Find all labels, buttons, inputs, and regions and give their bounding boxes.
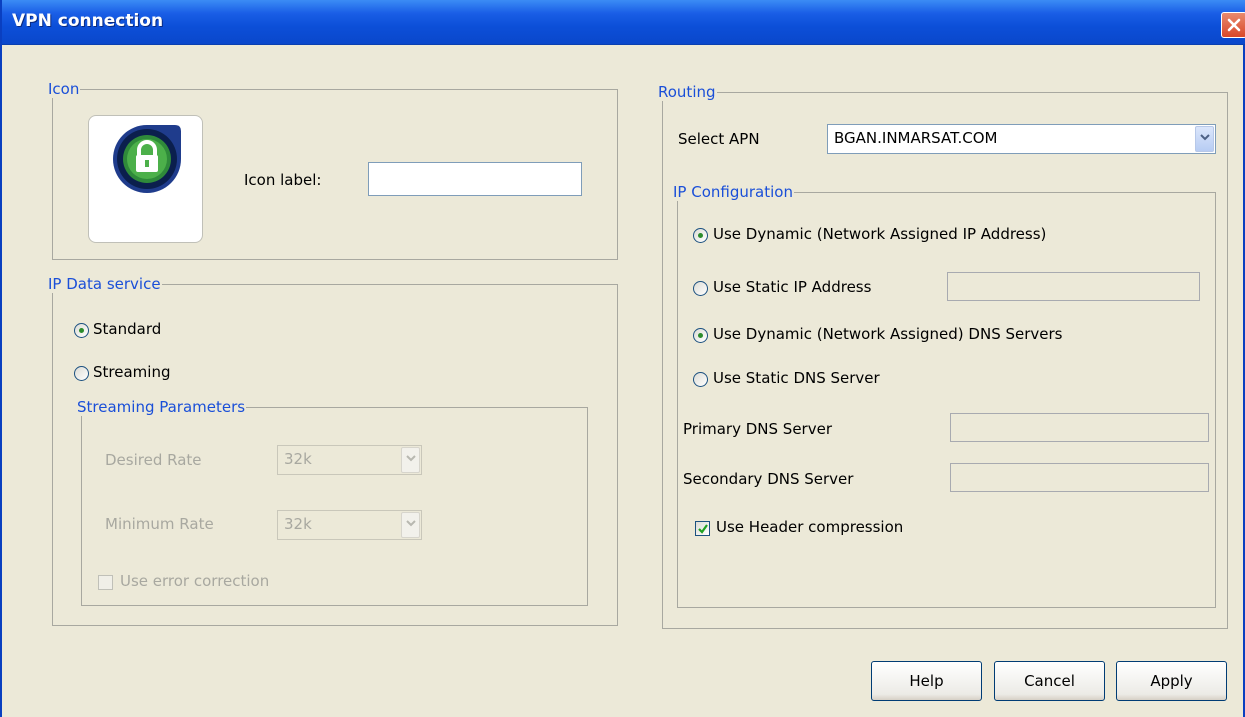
static-ip-input[interactable] bbox=[947, 272, 1200, 301]
cancel-button[interactable]: Cancel bbox=[994, 661, 1105, 701]
icon-label-caption: Icon label: bbox=[244, 171, 322, 189]
close-icon bbox=[1227, 18, 1241, 32]
streaming-label: Streaming bbox=[93, 363, 171, 381]
error-correction-label: Use error correction bbox=[120, 572, 270, 590]
select-apn-label: Select APN bbox=[678, 130, 760, 148]
static-ip-radio[interactable] bbox=[693, 281, 708, 296]
dynamic-dns-label: Use Dynamic (Network Assigned) DNS Serve… bbox=[713, 325, 1063, 343]
routing-legend: Routing bbox=[658, 83, 716, 101]
error-correction-checkbox[interactable] bbox=[98, 575, 113, 590]
minimum-rate-select[interactable]: 32k bbox=[277, 510, 422, 540]
static-dns-radio[interactable] bbox=[693, 372, 708, 387]
dynamic-ip-label: Use Dynamic (Network Assigned IP Address… bbox=[713, 225, 1047, 243]
window-title: VPN connection bbox=[12, 11, 164, 31]
header-compression-checkbox[interactable] bbox=[695, 521, 710, 536]
icon-group-legend: Icon bbox=[48, 80, 80, 98]
desired-rate-label: Desired Rate bbox=[105, 451, 202, 469]
ip-data-service-legend: IP Data service bbox=[48, 275, 161, 293]
secondary-dns-input[interactable] bbox=[950, 463, 1209, 492]
ip-configuration-group: IP Configuration bbox=[673, 183, 1216, 608]
icon-label-input[interactable] bbox=[368, 162, 582, 196]
lock-icon bbox=[113, 125, 181, 193]
primary-dns-input[interactable] bbox=[950, 413, 1209, 442]
dynamic-dns-radio[interactable] bbox=[693, 328, 708, 343]
apn-select[interactable]: BGAN.INMARSAT.COM bbox=[827, 124, 1216, 154]
vpn-connection-dialog: VPN connection Icon Icon label: IP Data … bbox=[0, 0, 1245, 717]
close-button[interactable] bbox=[1221, 12, 1245, 38]
desired-rate-select[interactable]: 32k bbox=[277, 445, 422, 475]
primary-dns-label: Primary DNS Server bbox=[683, 420, 832, 438]
secondary-dns-label: Secondary DNS Server bbox=[683, 470, 854, 488]
standard-radio[interactable] bbox=[74, 323, 89, 338]
minimum-rate-label: Minimum Rate bbox=[105, 515, 214, 533]
apply-button[interactable]: Apply bbox=[1116, 661, 1227, 701]
checkmark-icon bbox=[698, 524, 708, 534]
help-button[interactable]: Help bbox=[871, 661, 982, 701]
standard-label: Standard bbox=[93, 320, 162, 338]
icon-preview[interactable] bbox=[88, 115, 203, 243]
static-ip-label: Use Static IP Address bbox=[713, 278, 872, 296]
static-dns-label: Use Static DNS Server bbox=[713, 369, 880, 387]
streaming-parameters-legend: Streaming Parameters bbox=[77, 398, 246, 416]
ip-configuration-legend: IP Configuration bbox=[673, 183, 793, 201]
chevron-down-icon[interactable] bbox=[1195, 126, 1214, 152]
chevron-down-icon[interactable] bbox=[401, 447, 420, 473]
header-compression-label: Use Header compression bbox=[716, 518, 904, 536]
chevron-down-icon[interactable] bbox=[401, 512, 420, 538]
streaming-radio[interactable] bbox=[74, 366, 89, 381]
dynamic-ip-radio[interactable] bbox=[693, 228, 708, 243]
title-bar[interactable]: VPN connection bbox=[2, 0, 1245, 45]
